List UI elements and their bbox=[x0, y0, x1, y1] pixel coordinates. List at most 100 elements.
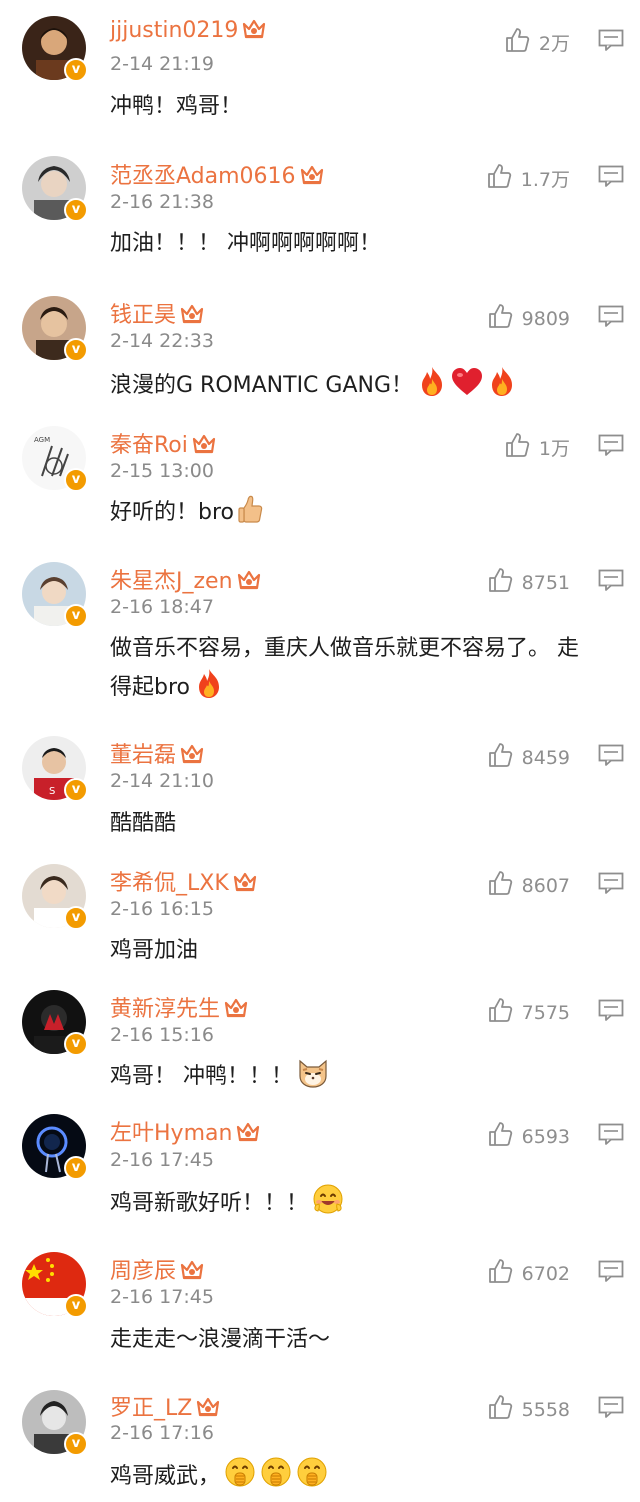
comment-time: 2-16 16:15 bbox=[110, 898, 214, 920]
thumbs-up-icon bbox=[486, 1120, 514, 1153]
username[interactable]: 钱正昊 bbox=[110, 297, 204, 329]
reply-button[interactable] bbox=[598, 165, 624, 187]
username[interactable]: 周彦辰 bbox=[110, 1253, 204, 1285]
avatar[interactable]: S v bbox=[22, 736, 88, 802]
username-text: 范丞丞Adam0616 bbox=[110, 164, 296, 189]
reply-button[interactable] bbox=[598, 305, 624, 327]
comment-text-content: 做音乐不容易，重庆人做音乐就更不容易了。 走得起bro bbox=[110, 636, 579, 700]
fire-emoji bbox=[487, 365, 517, 409]
like-button[interactable]: 1万 bbox=[503, 431, 570, 464]
thumbs-up-emoji bbox=[238, 494, 264, 536]
verified-badge-icon: v bbox=[64, 1432, 88, 1456]
thumbs-up-icon bbox=[486, 996, 514, 1029]
like-count: 5558 bbox=[521, 1398, 570, 1421]
avatar[interactable]: AGM v bbox=[22, 426, 88, 492]
comment-time: 2-16 15:16 bbox=[110, 1024, 214, 1046]
username[interactable]: 黄新淳先生 bbox=[110, 991, 248, 1023]
like-button[interactable]: 5558 bbox=[486, 1393, 570, 1426]
username-text: 朱星杰J_zen bbox=[110, 569, 233, 594]
verified-badge-icon: v bbox=[64, 1294, 88, 1318]
like-count: 8607 bbox=[521, 874, 570, 897]
username-text: 董岩磊 bbox=[110, 743, 177, 768]
avatar[interactable]: v bbox=[22, 16, 88, 82]
like-button[interactable]: 2万 bbox=[503, 26, 570, 59]
comment-text-content: 浪漫的G ROMANTIC GANG！ bbox=[110, 373, 414, 398]
like-button[interactable]: 9809 bbox=[486, 302, 570, 335]
reply-button[interactable] bbox=[598, 1396, 624, 1418]
comment-text-content: 鸡哥新歌好听！！！ bbox=[110, 1191, 309, 1216]
like-button[interactable]: 8607 bbox=[486, 869, 570, 902]
svg-text:AGM: AGM bbox=[34, 436, 50, 444]
username-text: 钱正昊 bbox=[110, 303, 177, 328]
like-count: 6593 bbox=[521, 1125, 570, 1148]
reply-button[interactable] bbox=[598, 1123, 624, 1145]
username[interactable]: 李希侃_LXK bbox=[110, 865, 257, 897]
reply-button[interactable] bbox=[598, 29, 624, 51]
username[interactable]: jjjustin0219 bbox=[110, 18, 266, 43]
heart-emoji bbox=[451, 367, 483, 409]
vip-crown-icon bbox=[176, 1259, 204, 1284]
like-button[interactable]: 6593 bbox=[486, 1120, 570, 1153]
like-button[interactable]: 7575 bbox=[486, 996, 570, 1029]
username[interactable]: 罗正_LZ bbox=[110, 1390, 220, 1422]
reply-button[interactable] bbox=[598, 744, 624, 766]
verified-badge-icon: v bbox=[64, 1156, 88, 1180]
comment-text: 做音乐不容易，重庆人做音乐就更不容易了。 走得起bro bbox=[110, 630, 580, 711]
vip-crown-icon bbox=[176, 303, 204, 328]
comment-text-content: 鸡哥！ 冲鸭！！！ bbox=[110, 1064, 293, 1089]
comment-time: 2-16 21:38 bbox=[110, 191, 214, 213]
comment-time: 2-14 22:33 bbox=[110, 330, 214, 352]
username-text: jjjustin0219 bbox=[110, 18, 239, 43]
username-text: 左叶Hyman bbox=[110, 1121, 233, 1146]
reply-button[interactable] bbox=[598, 1260, 624, 1282]
avatar[interactable]: v bbox=[22, 562, 88, 628]
like-button[interactable]: 1.7万 bbox=[485, 162, 570, 195]
username-text: 黄新淳先生 bbox=[110, 997, 221, 1022]
verified-badge-icon: v bbox=[64, 906, 88, 930]
comment-time: 2-16 17:45 bbox=[110, 1286, 214, 1308]
username-text: 李希侃_LXK bbox=[110, 871, 229, 896]
comment-time: 2-14 21:19 bbox=[110, 53, 214, 75]
comment-text: 好听的！bro bbox=[110, 494, 580, 536]
comment-icon bbox=[598, 1396, 624, 1422]
comment-icon bbox=[598, 569, 624, 595]
username[interactable]: 左叶Hyman bbox=[110, 1115, 260, 1147]
username-text: 秦奋Roi bbox=[110, 433, 188, 458]
avatar[interactable]: v bbox=[22, 864, 88, 930]
avatar[interactable]: v bbox=[22, 990, 88, 1056]
comment-text-content: 走走走～浪漫滴干活～ bbox=[110, 1327, 331, 1352]
reply-button[interactable] bbox=[598, 872, 624, 894]
thumbs-up-icon bbox=[486, 1393, 514, 1426]
verified-badge-icon: v bbox=[64, 468, 88, 492]
smile-emoji bbox=[312, 1183, 344, 1227]
vip-crown-icon bbox=[192, 1396, 220, 1421]
username[interactable]: 董岩磊 bbox=[110, 737, 204, 769]
avatar[interactable]: v bbox=[22, 1114, 88, 1180]
vip-crown-icon bbox=[233, 569, 261, 594]
avatar[interactable]: v bbox=[22, 156, 88, 222]
reply-button[interactable] bbox=[598, 999, 624, 1021]
like-count: 1万 bbox=[538, 438, 570, 460]
avatar[interactable]: v bbox=[22, 1252, 88, 1318]
comment-icon bbox=[598, 872, 624, 898]
username-text: 罗正_LZ bbox=[110, 1396, 193, 1421]
cheer-emoji bbox=[260, 1456, 292, 1500]
comment-text: 鸡哥加油 bbox=[110, 932, 580, 969]
reply-button[interactable] bbox=[598, 569, 624, 591]
like-button[interactable]: 8751 bbox=[486, 566, 570, 599]
like-button[interactable]: 8459 bbox=[486, 741, 570, 774]
avatar[interactable]: v bbox=[22, 1390, 88, 1456]
username[interactable]: 秦奋Roi bbox=[110, 427, 216, 459]
username[interactable]: 朱星杰J_zen bbox=[110, 563, 261, 595]
username-text: 周彦辰 bbox=[110, 1259, 177, 1284]
username[interactable]: 范丞丞Adam0616 bbox=[110, 158, 324, 190]
avatar[interactable]: v bbox=[22, 296, 88, 362]
thumbs-up-icon bbox=[486, 869, 514, 902]
reply-button[interactable] bbox=[598, 434, 624, 456]
like-button[interactable]: 6702 bbox=[486, 1257, 570, 1290]
comment-text-content: 冲鸭！鸡哥！ bbox=[110, 94, 243, 119]
vip-crown-icon bbox=[238, 18, 266, 43]
comment-text-content: 加油！！！ 冲啊啊啊啊啊！ bbox=[110, 231, 381, 256]
thumbs-up-icon bbox=[503, 431, 531, 464]
comment-icon bbox=[598, 29, 624, 55]
